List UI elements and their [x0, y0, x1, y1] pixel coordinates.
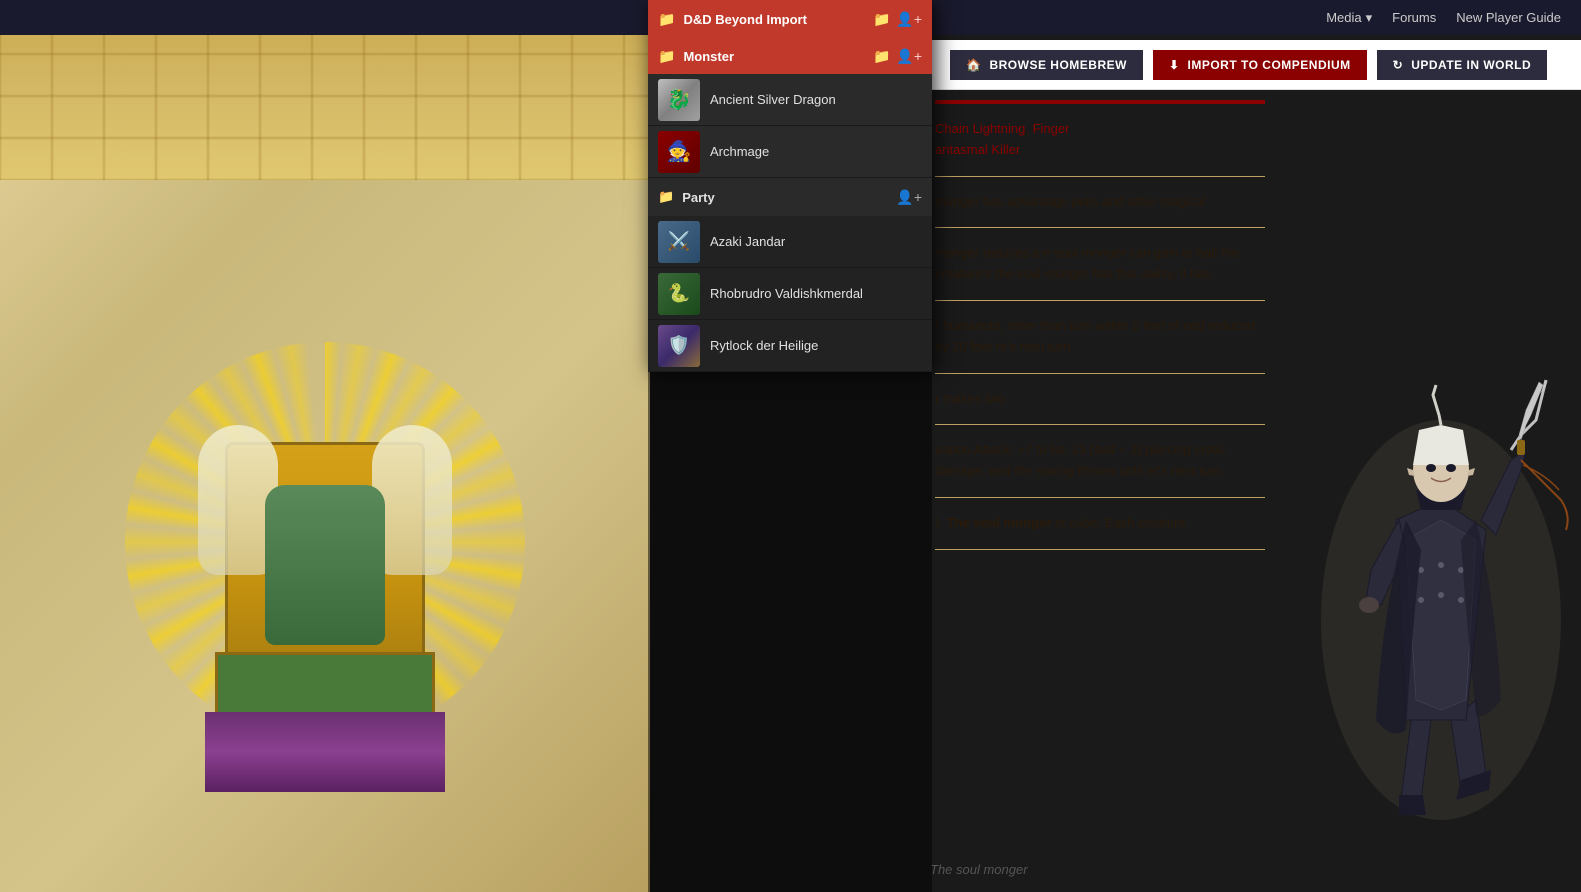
- monster-folder-icon: 📁: [658, 48, 675, 65]
- azaki-avatar: ⚔️: [658, 221, 700, 263]
- party-member-rhobrudro[interactable]: 🐍 Rhobrudro Valdishkmerdal: [648, 268, 932, 320]
- content-section-3: r humanoid, other than turn within 5 fee…: [935, 316, 1265, 374]
- party-member-azaki-jandar[interactable]: ⚔️ Azaki Jandar: [648, 216, 932, 268]
- monster-folder-action-icon[interactable]: 📁: [873, 48, 890, 65]
- rytlock-avatar-image: 🛡️: [658, 325, 700, 367]
- content-section-5: eapon Attack: +7 to hit, 13 (4d4 + 3) pi…: [935, 440, 1265, 498]
- soul-monger-caption: The soul monger: [930, 862, 1028, 877]
- browse-homebrew-button[interactable]: 🏠 Browse Homebrew: [950, 50, 1143, 80]
- background-artwork: [0, 0, 650, 892]
- ancient-silver-dragon-thumb: 🐉: [658, 79, 700, 121]
- rytlock-name: Rytlock der Heilige: [710, 338, 818, 353]
- content-text-5: eapon Attack: +7 to hit, 13 (4d4 + 3) pi…: [935, 440, 1265, 482]
- ddb-import-header: 📁 D&D Beyond Import 📁 👤+: [648, 0, 932, 38]
- content-text-1: monger has advantage pells and other mag…: [935, 192, 1265, 213]
- new-player-guide-nav-item[interactable]: New Player Guide: [1456, 10, 1561, 25]
- update-in-world-button[interactable]: ↻ Update in World: [1377, 50, 1548, 80]
- content-section-2: monger reduces a e soul monger can gain …: [935, 243, 1265, 301]
- ddb-person-add-icon[interactable]: 👤+: [896, 11, 922, 28]
- content-section-spells: Chain Lightning, Finger antasmal Killer,: [935, 119, 1265, 177]
- monster-item-ancient-silver-dragon[interactable]: 🐉 Ancient Silver Dragon: [648, 74, 932, 126]
- throne-creature: [265, 485, 385, 645]
- content-text-2: monger reduces a e soul monger can gain …: [935, 243, 1265, 285]
- warrior-figure-svg: [1311, 220, 1571, 840]
- rhobrudro-name: Rhobrudro Valdishkmerdal: [710, 286, 863, 301]
- action-buttons-row: 🏠 Browse Homebrew ⬇ Import to Compendium…: [930, 40, 1581, 90]
- party-folder-icon: 📁: [658, 189, 674, 205]
- ddb-header-icons: 📁 👤+: [873, 11, 922, 28]
- finger-link[interactable]: Finger: [1033, 121, 1070, 136]
- monster-header-icons: 📁 👤+: [873, 48, 922, 65]
- party-section-header: 📁 Party 👤+: [648, 178, 932, 216]
- rytlock-avatar: 🛡️: [658, 325, 700, 367]
- compendium-content-area: Chain Lightning, Finger antasmal Killer,…: [935, 100, 1265, 565]
- content-text-3: r humanoid, other than turn within 5 fee…: [935, 316, 1265, 358]
- throne-room-illustration: [0, 0, 650, 892]
- ddb-import-title: D&D Beyond Import: [683, 12, 865, 27]
- import-icon: ⬇: [1169, 58, 1180, 72]
- throne: [205, 442, 445, 792]
- monster-section-title: Monster: [683, 49, 865, 64]
- media-nav-item[interactable]: Media ▾: [1326, 10, 1372, 26]
- import-to-compendium-button[interactable]: ⬇ Import to Compendium: [1153, 50, 1367, 80]
- dragon-thumbnail-image: 🐉: [658, 79, 700, 121]
- ddb-folder-action-icon[interactable]: 📁: [873, 11, 890, 28]
- content-section-4: r makes two: [935, 389, 1265, 426]
- archmage-thumb: 🧙: [658, 131, 700, 173]
- archmage-name: Archmage: [710, 144, 769, 159]
- content-text-4: r makes two: [935, 389, 1265, 410]
- archmage-thumbnail-image: 🧙: [658, 131, 700, 173]
- ancient-silver-dragon-name: Ancient Silver Dragon: [710, 92, 836, 107]
- party-member-rytlock[interactable]: 🛡️ Rytlock der Heilige: [648, 320, 932, 372]
- sync-icon: ↻: [1393, 58, 1404, 72]
- monster-section-header: 📁 Monster 📁 👤+: [648, 38, 932, 74]
- monster-item-archmage[interactable]: 🧙 Archmage: [648, 126, 932, 178]
- phantasmal-killer-link[interactable]: antasmal Killer: [935, 142, 1020, 157]
- azaki-avatar-image: ⚔️: [658, 221, 700, 263]
- red-divider: [935, 100, 1265, 104]
- party-add-member-icon[interactable]: 👤+: [896, 189, 922, 206]
- party-section-title: Party: [682, 190, 888, 205]
- folder-icon: 📁: [658, 11, 675, 28]
- ddb-import-dropdown: 📁 D&D Beyond Import 📁 👤+ 📁 Monster 📁 👤+ …: [648, 0, 932, 372]
- house-icon: 🏠: [966, 58, 981, 72]
- rhobrudro-avatar-image: 🐍: [658, 273, 700, 315]
- soul-monger-image: [1311, 220, 1571, 840]
- content-section-6: ). The soul monger ot cube. Each creatur…: [935, 513, 1265, 550]
- forums-nav-item[interactable]: Forums: [1392, 10, 1436, 25]
- chain-lightning-link[interactable]: Chain Lightning: [935, 121, 1025, 136]
- chevron-down-icon: ▾: [1366, 10, 1373, 26]
- content-section-1: monger has advantage pells and other mag…: [935, 192, 1265, 229]
- azaki-name: Azaki Jandar: [710, 234, 785, 249]
- throne-base: [205, 712, 445, 792]
- monster-person-add-icon[interactable]: 👤+: [896, 48, 922, 65]
- content-text-6: ). The soul monger ot cube. Each creatur…: [935, 513, 1265, 534]
- rhobrudro-avatar: 🐍: [658, 273, 700, 315]
